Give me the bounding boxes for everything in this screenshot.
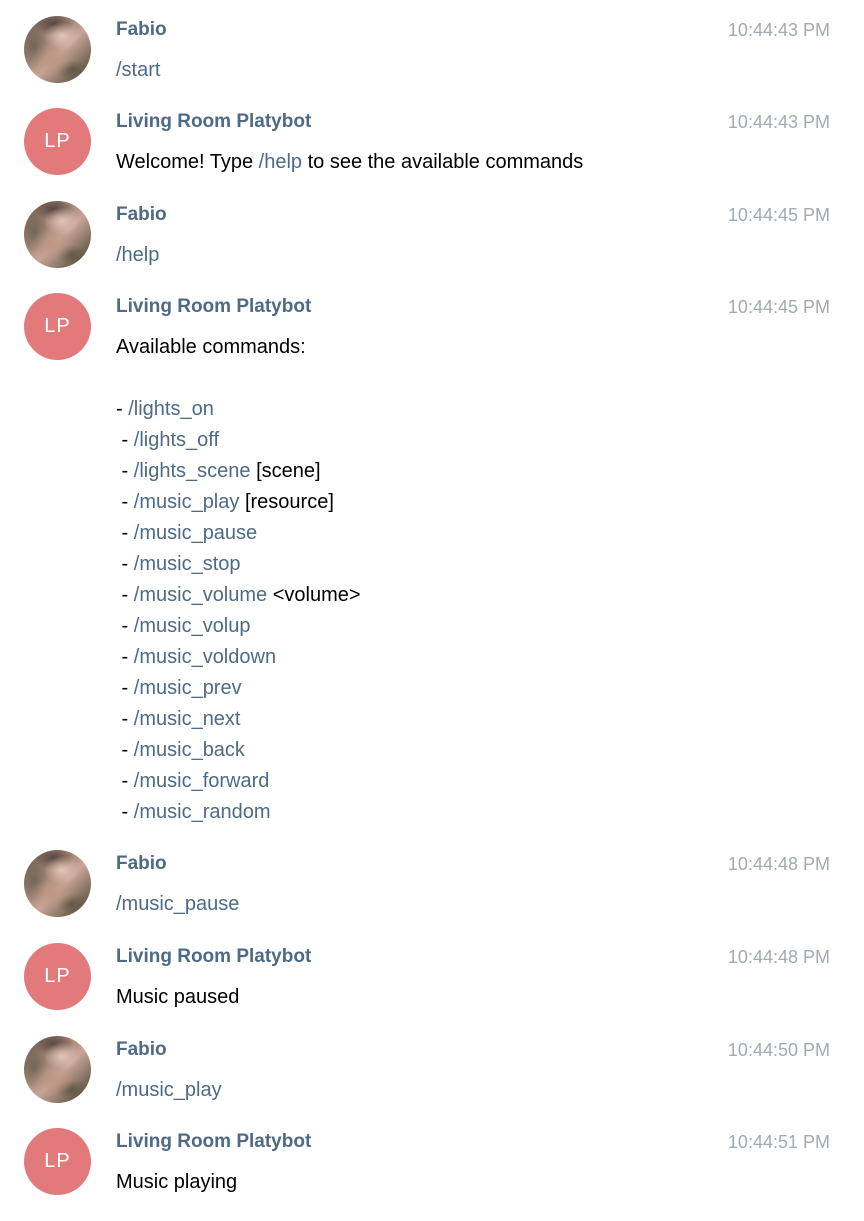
message-text: /start (116, 55, 160, 86)
command-list-item: - /music_volume <volume> (116, 580, 361, 611)
command-link[interactable]: /music_back (134, 739, 245, 761)
message-text: Welcome! Type /help to see the available… (116, 147, 583, 178)
message-timestamp: 10:44:45 PM (727, 297, 830, 317)
list-bullet: - (116, 708, 134, 730)
sender-name[interactable]: Living Room Platybot (116, 946, 311, 968)
list-bullet: - (116, 801, 134, 823)
sender-name[interactable]: Fabio (116, 204, 167, 226)
list-bullet: - (116, 677, 134, 699)
command-list: - /lights_on - /lights_off - /lights_sce… (116, 394, 361, 828)
user-avatar[interactable] (24, 850, 91, 917)
command-list-item: - /music_stop (116, 549, 361, 580)
bot-avatar[interactable]: LP (24, 943, 91, 1010)
command-link[interactable]: /music_volume (134, 584, 267, 606)
command-link[interactable]: /music_voldown (134, 646, 276, 668)
command-arg: [scene] (250, 460, 321, 482)
command-link[interactable]: /lights_off (134, 429, 219, 451)
command-list-item: - /music_next (116, 704, 361, 735)
command-list-item: - /lights_on (116, 394, 361, 425)
command-list-item: - /music_volup (116, 611, 361, 642)
list-bullet: - (116, 460, 134, 482)
bot-avatar[interactable]: LP (24, 108, 91, 175)
command-list-item: - /music_forward (116, 766, 361, 797)
command-list-item: - /lights_scene [scene] (116, 456, 361, 487)
command-link[interactable]: /music_pause (134, 522, 257, 544)
command-link[interactable]: /help (259, 151, 302, 173)
list-bullet: - (116, 739, 134, 761)
command-link[interactable]: /lights_on (128, 398, 214, 420)
list-bullet: - (116, 615, 134, 637)
command-link[interactable]: /music_volup (134, 615, 251, 637)
message-timestamp: 10:44:48 PM (727, 854, 830, 874)
sender-name[interactable]: Living Room Platybot (116, 111, 311, 133)
bot-avatar[interactable]: LP (24, 293, 91, 360)
command-link[interactable]: /music_stop (134, 553, 241, 575)
command-link[interactable]: /music_forward (134, 770, 270, 792)
message-timestamp: 10:44:43 PM (727, 112, 830, 132)
command-list-item: - /music_prev (116, 673, 361, 704)
command-list-item: - /music_back (116, 735, 361, 766)
command-link[interactable]: /music_play (116, 1079, 222, 1101)
list-bullet: - (116, 646, 134, 668)
sender-name[interactable]: Fabio (116, 1039, 167, 1061)
message-text: Music paused (116, 986, 240, 1008)
message-text: Available commands: (116, 336, 306, 358)
bot-avatar[interactable]: LP (24, 1128, 91, 1195)
command-arg: [resource] (239, 491, 334, 513)
list-bullet: - (116, 429, 134, 451)
list-bullet: - (116, 522, 134, 544)
command-list-item: - /music_play [resource] (116, 487, 361, 518)
message-timestamp: 10:44:43 PM (727, 20, 830, 40)
command-link[interactable]: /music_random (134, 801, 271, 823)
sender-name[interactable]: Living Room Platybot (116, 296, 311, 318)
command-list-item: - /lights_off (116, 425, 361, 456)
command-list-item: - /music_voldown (116, 642, 361, 673)
message-timestamp: 10:44:45 PM (727, 205, 830, 225)
message-text-part: to see the available commands (302, 151, 584, 173)
message-text: /music_pause (116, 889, 239, 920)
command-list-item: - /music_random (116, 797, 361, 828)
sender-name[interactable]: Fabio (116, 853, 167, 875)
command-link[interactable]: /music_next (134, 708, 241, 730)
command-link[interactable]: /start (116, 59, 160, 81)
list-bullet: - (116, 491, 134, 513)
user-avatar[interactable] (24, 16, 91, 83)
command-link[interactable]: /music_pause (116, 893, 239, 915)
sender-name[interactable]: Living Room Platybot (116, 1131, 311, 1153)
message-text: /help (116, 240, 159, 271)
message-text-part: Welcome! Type (116, 151, 259, 173)
message-timestamp: 10:44:51 PM (727, 1132, 830, 1152)
list-bullet: - (116, 584, 134, 606)
user-avatar[interactable] (24, 201, 91, 268)
list-bullet: - (116, 553, 134, 575)
sender-name[interactable]: Fabio (116, 19, 167, 41)
message-text: Music playing (116, 1171, 238, 1193)
message-timestamp: 10:44:48 PM (727, 947, 830, 967)
command-link[interactable]: /music_play (134, 491, 240, 513)
user-avatar[interactable] (24, 1036, 91, 1103)
list-bullet: - (116, 398, 129, 420)
list-bullet: - (116, 770, 134, 792)
command-link[interactable]: /music_prev (134, 677, 242, 699)
message-timestamp: 10:44:50 PM (727, 1040, 830, 1060)
command-link[interactable]: /help (116, 244, 159, 266)
command-arg: <volume> (267, 584, 361, 606)
command-list-item: - /music_pause (116, 518, 361, 549)
command-link[interactable]: /lights_scene (134, 460, 251, 482)
message-text: /music_play (116, 1075, 222, 1106)
